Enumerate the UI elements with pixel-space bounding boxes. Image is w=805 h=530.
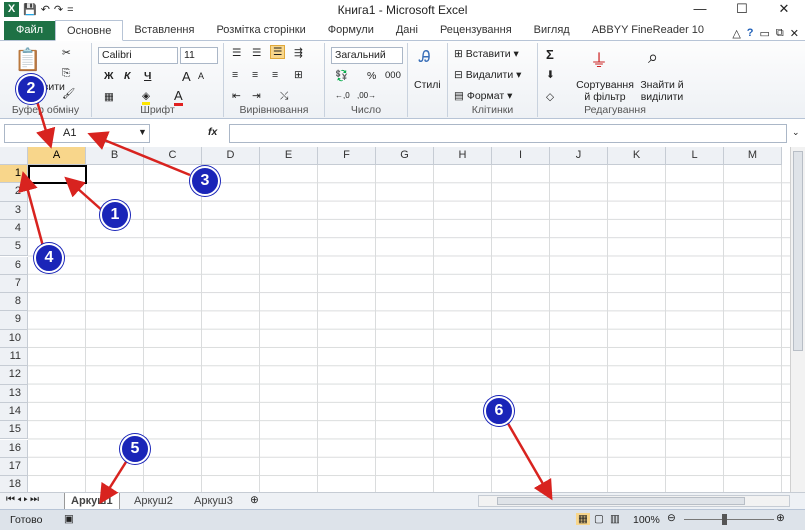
arrow-6: [504, 419, 553, 501]
callout-4: 4: [34, 243, 64, 273]
arrow-5: [99, 461, 128, 505]
callout-5: 5: [120, 434, 150, 464]
arrow-4: [18, 171, 46, 251]
callout-6: 6: [484, 396, 514, 426]
arrow-3: [87, 131, 191, 177]
arrow-1: [64, 176, 105, 213]
callout-3: 3: [190, 166, 220, 196]
callout-1: 1: [100, 200, 130, 230]
arrow-2: [34, 97, 56, 149]
callout-2: 2: [16, 74, 46, 104]
